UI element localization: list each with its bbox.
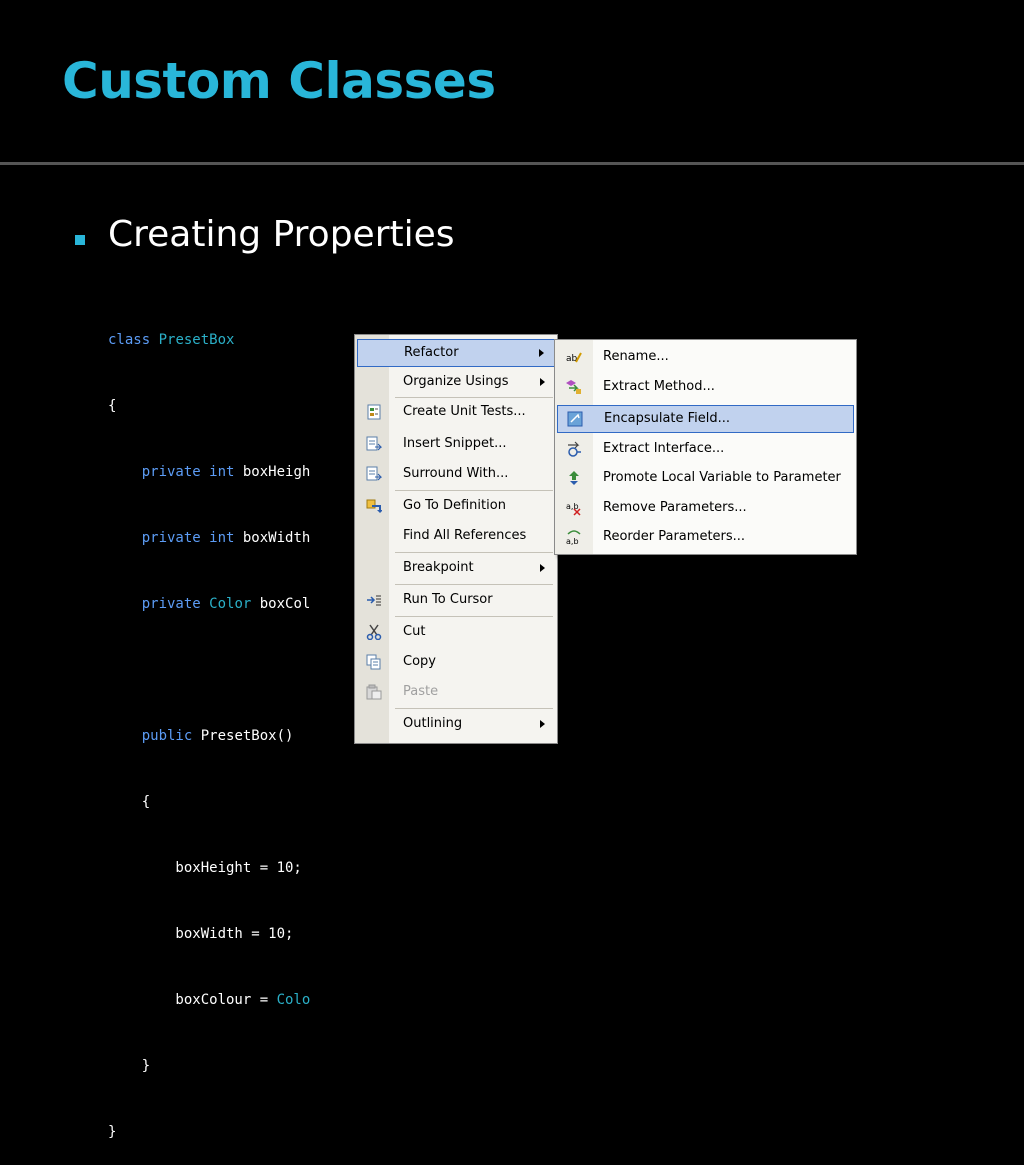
menu-item-paste[interactable]: Paste: [357, 679, 555, 705]
submenu-arrow-icon: [540, 720, 545, 728]
menu-separator: [395, 708, 553, 709]
submenu-item-promote-local-variable[interactable]: Promote Local Variable to Parameter: [557, 465, 854, 491]
code-line-2: {: [108, 398, 117, 414]
menu-separator: [395, 552, 553, 553]
menu-separator: [395, 397, 553, 398]
menu-item-insert-snippet[interactable]: Insert Snippet...: [357, 431, 555, 457]
code-line-13: }: [108, 1124, 117, 1140]
menu-item-cut[interactable]: Cut: [357, 619, 555, 645]
submenu-arrow-icon: [539, 349, 544, 357]
submenu-item-remove-parameters[interactable]: a,b Remove Parameters...: [557, 495, 854, 521]
surround-with-icon: [366, 466, 383, 482]
menu-item-go-to-definition[interactable]: Go To Definition: [357, 493, 555, 519]
code-line-9: boxHeight = 10;: [108, 860, 302, 876]
menu-separator: [395, 584, 553, 585]
code-line-4: private int boxWidth: [108, 530, 311, 546]
code-line-10: boxWidth = 10;: [108, 926, 294, 942]
submenu-item-reorder-parameters[interactable]: a,b Reorder Parameters...: [557, 524, 854, 550]
refactor-submenu: ab Rename... Extract Method... Encapsula…: [554, 339, 857, 555]
rename-icon: ab: [566, 349, 582, 365]
extract-method-icon: [566, 379, 582, 395]
paste-icon: [366, 684, 382, 700]
menu-item-outlining[interactable]: Outlining: [357, 711, 555, 737]
submenu-item-rename[interactable]: ab Rename...: [557, 344, 854, 370]
context-menu: Refactor Organize Usings Create Unit Tes…: [354, 334, 558, 744]
bullet-marker: [75, 235, 85, 245]
submenu-item-extract-interface[interactable]: Extract Interface...: [557, 436, 854, 462]
slide-title: Custom Classes: [62, 52, 496, 110]
submenu-item-extract-method[interactable]: Extract Method...: [557, 374, 854, 400]
encapsulate-field-icon: [567, 411, 583, 427]
menu-item-breakpoint[interactable]: Breakpoint: [357, 555, 555, 581]
submenu-arrow-icon: [540, 564, 545, 572]
menu-separator: [395, 616, 553, 617]
promote-variable-icon: [566, 470, 582, 486]
svg-text:ab: ab: [566, 354, 578, 364]
menu-item-find-all-references[interactable]: Find All References: [357, 523, 555, 549]
svg-text:a,b: a,b: [566, 537, 579, 545]
menu-item-refactor[interactable]: Refactor: [357, 339, 555, 367]
extract-interface-icon: [566, 441, 582, 457]
menu-item-run-to-cursor[interactable]: Run To Cursor: [357, 587, 555, 613]
submenu-item-encapsulate-field[interactable]: Encapsulate Field...: [557, 405, 854, 433]
scissors-icon: [366, 624, 382, 641]
code-line-7: public PresetBox(): [108, 728, 294, 744]
code-line-11: boxColour = Colo: [108, 992, 311, 1008]
remove-parameters-icon: a,b: [566, 500, 582, 516]
bullet-text: Creating Properties: [108, 214, 455, 255]
menu-separator: [395, 490, 553, 491]
code-line-1: class PresetBox: [108, 332, 235, 348]
code-line-3: private int boxHeigh: [108, 464, 311, 480]
code-line-5: private Color boxCol: [108, 596, 311, 612]
unit-test-icon: [366, 404, 382, 420]
title-bar: Custom Classes: [0, 0, 1024, 158]
insert-snippet-icon: [366, 436, 383, 452]
copy-icon: [366, 654, 382, 670]
reorder-parameters-icon: a,b: [566, 529, 582, 546]
code-line-12: }: [108, 1058, 151, 1074]
menu-item-surround-with[interactable]: Surround With...: [357, 461, 555, 487]
go-to-definition-icon: [366, 498, 383, 514]
menu-item-organize-usings[interactable]: Organize Usings: [357, 369, 555, 395]
svg-text:a,b: a,b: [566, 502, 579, 511]
menu-item-copy[interactable]: Copy: [357, 649, 555, 675]
code-line-8: {: [108, 794, 151, 810]
run-to-cursor-icon: [366, 592, 382, 608]
menu-item-create-unit-tests[interactable]: Create Unit Tests...: [357, 399, 555, 425]
submenu-arrow-icon: [540, 378, 545, 386]
title-divider: [0, 162, 1024, 165]
code-block: class PresetBox { private int boxHeigh p…: [108, 285, 310, 1165]
